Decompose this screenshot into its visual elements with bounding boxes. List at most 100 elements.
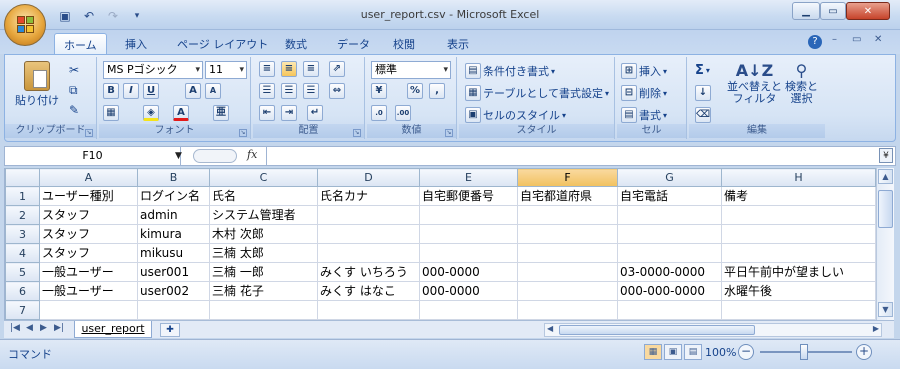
cell[interactable]: mikusu: [137, 243, 210, 263]
autosum-icon[interactable]: Σ ▾: [695, 63, 710, 78]
column-header[interactable]: C: [209, 168, 318, 187]
cell[interactable]: 一般ユーザー: [39, 281, 138, 301]
help-icon[interactable]: ?: [808, 35, 822, 49]
currency-icon[interactable]: ¥: [371, 83, 387, 99]
cell[interactable]: スタッフ: [39, 224, 138, 244]
column-header[interactable]: D: [317, 168, 420, 187]
bold-button[interactable]: B: [103, 83, 119, 99]
cell[interactable]: [517, 281, 618, 301]
cell[interactable]: [137, 300, 210, 320]
orientation-icon[interactable]: ⇗: [329, 61, 345, 77]
cell[interactable]: 備考: [721, 186, 876, 206]
cell[interactable]: みくす はなこ: [317, 281, 420, 301]
cell[interactable]: 水曜午後: [721, 281, 876, 301]
row-header[interactable]: 3: [5, 224, 40, 244]
align-bottom-icon[interactable]: ≡: [303, 61, 319, 77]
formula-bar-expand-icon[interactable]: ¥: [879, 148, 893, 163]
fill-color-button[interactable]: ◈: [143, 105, 159, 121]
format-painter-icon[interactable]: ✎: [69, 103, 79, 117]
minimize-button[interactable]: ▁: [792, 2, 820, 20]
tab-insert[interactable]: 挿入: [116, 33, 156, 54]
normal-view-icon[interactable]: ▦: [644, 344, 662, 360]
percent-icon[interactable]: %: [407, 83, 423, 99]
cell[interactable]: 木村 次郎: [209, 224, 318, 244]
cell[interactable]: [617, 243, 722, 263]
cell[interactable]: 氏名カナ: [317, 186, 420, 206]
cell[interactable]: [517, 262, 618, 282]
tab-review[interactable]: 校閲: [384, 33, 424, 54]
cell-style-button[interactable]: ▣ セルのスタイル ▾: [465, 107, 566, 123]
scroll-right-icon[interactable]: ▶: [873, 324, 879, 333]
format-as-table-button[interactable]: ▦ テーブルとして書式設定 ▾: [465, 85, 609, 101]
cell[interactable]: [209, 300, 318, 320]
decrease-decimal-icon[interactable]: .00: [395, 105, 411, 121]
row-header[interactable]: 6: [5, 281, 40, 301]
cell[interactable]: [317, 205, 420, 225]
cell[interactable]: ログイン名: [137, 186, 210, 206]
cell[interactable]: 自宅電話: [617, 186, 722, 206]
cell[interactable]: [617, 224, 722, 244]
zoom-out-icon[interactable]: −: [738, 344, 754, 360]
cell[interactable]: [419, 300, 518, 320]
cell[interactable]: 03-0000-0000: [617, 262, 722, 282]
tab-view[interactable]: 表示: [438, 33, 478, 54]
cell[interactable]: [317, 300, 420, 320]
increase-indent-icon[interactable]: ⇥: [281, 105, 297, 121]
cell[interactable]: スタッフ: [39, 243, 138, 263]
shrink-font-button[interactable]: A: [205, 83, 221, 99]
new-sheet-icon[interactable]: ✚: [160, 323, 180, 337]
workbook-close-icon[interactable]: ✕: [874, 34, 882, 45]
cell[interactable]: 三楠 花子: [209, 281, 318, 301]
tab-formulas[interactable]: 数式: [276, 33, 316, 54]
row-header[interactable]: 1: [5, 186, 40, 206]
office-button[interactable]: [4, 4, 46, 46]
zoom-level[interactable]: 100%: [705, 346, 736, 359]
cell[interactable]: [721, 243, 876, 263]
number-format-combo[interactable]: 標準: [371, 61, 451, 79]
page-layout-view-icon[interactable]: ▣: [664, 344, 682, 360]
cell[interactable]: 一般ユーザー: [39, 262, 138, 282]
cell[interactable]: [419, 224, 518, 244]
cell[interactable]: システム管理者: [209, 205, 318, 225]
cell[interactable]: みくす いちろう: [317, 262, 420, 282]
cell[interactable]: [721, 224, 876, 244]
font-color-button[interactable]: A: [173, 105, 189, 121]
find-select-button[interactable]: ⚲ 検索と 選択: [785, 61, 818, 105]
align-top-icon[interactable]: ≡: [259, 61, 275, 77]
increase-decimal-icon[interactable]: .0: [371, 105, 387, 121]
insert-cells-button[interactable]: ⊞ 挿入 ▾: [621, 63, 667, 79]
font-name-combo[interactable]: MS Pゴシック: [103, 61, 203, 79]
formula-expand-handle[interactable]: [193, 149, 237, 163]
vertical-scrollbar[interactable]: ▲ ▼: [876, 168, 894, 320]
cell[interactable]: スタッフ: [39, 205, 138, 225]
dialog-launcher-icon[interactable]: ↘: [85, 129, 93, 137]
conditional-format-button[interactable]: ▤ 条件付き書式 ▾: [465, 63, 555, 79]
copy-icon[interactable]: ⧉: [69, 83, 78, 98]
align-middle-icon[interactable]: ≡: [281, 61, 297, 77]
cell[interactable]: user001: [137, 262, 210, 282]
align-right-icon[interactable]: ☰: [303, 83, 319, 99]
cell[interactable]: 自宅郵便番号: [419, 186, 518, 206]
cell[interactable]: [39, 300, 138, 320]
cell[interactable]: [517, 205, 618, 225]
column-header[interactable]: A: [39, 168, 138, 187]
font-size-combo[interactable]: 11: [205, 61, 247, 79]
wrap-text-icon[interactable]: ↵: [307, 105, 323, 121]
page-break-view-icon[interactable]: ▤: [684, 344, 702, 360]
cell[interactable]: [617, 205, 722, 225]
dialog-launcher-icon[interactable]: ↘: [445, 129, 453, 137]
select-all-corner[interactable]: [5, 168, 40, 187]
cell[interactable]: 三楠 太郎: [209, 243, 318, 263]
last-sheet-icon[interactable]: ▶|: [54, 323, 64, 333]
maximize-button[interactable]: ▭: [820, 2, 846, 20]
cell[interactable]: 氏名: [209, 186, 318, 206]
decrease-indent-icon[interactable]: ⇤: [259, 105, 275, 121]
paste-button[interactable]: 貼り付け: [15, 61, 59, 108]
insert-function-button[interactable]: fx: [247, 148, 257, 161]
column-header[interactable]: H: [721, 168, 876, 187]
merge-center-icon[interactable]: ⇔: [329, 83, 345, 99]
scroll-up-icon[interactable]: ▲: [878, 169, 893, 184]
cell[interactable]: kimura: [137, 224, 210, 244]
zoom-slider-thumb[interactable]: [800, 344, 808, 360]
align-left-icon[interactable]: ☰: [259, 83, 275, 99]
